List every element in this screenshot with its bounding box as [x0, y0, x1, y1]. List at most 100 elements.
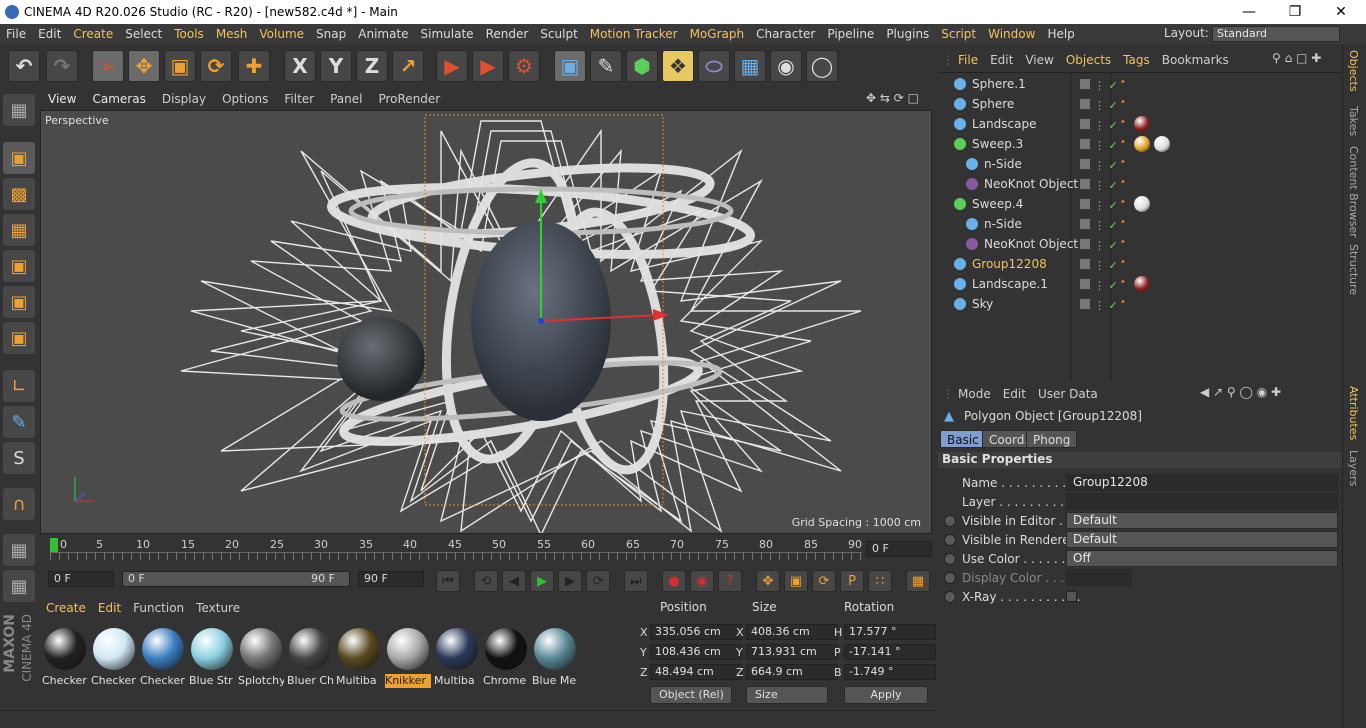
- material-swatch[interactable]: Checker: [140, 624, 186, 702]
- undo-icon[interactable]: ↶: [8, 50, 40, 82]
- side-tab-content-browser[interactable]: Content Browser: [1347, 146, 1360, 238]
- edges-mode-icon[interactable]: ▣: [3, 286, 35, 318]
- object-name[interactable]: n-Side: [984, 217, 1022, 231]
- object-row[interactable]: NeoKnot Object ⋮ ✓ •: [944, 174, 1340, 194]
- menu-character[interactable]: Character: [750, 27, 821, 41]
- workplane-mode-icon[interactable]: ▦: [3, 214, 35, 246]
- viewport-menu-display[interactable]: Display: [154, 92, 214, 106]
- object-name[interactable]: NeoKnot Object: [984, 237, 1078, 251]
- object-name[interactable]: Group12208: [972, 257, 1047, 271]
- menu-pipeline[interactable]: Pipeline: [821, 27, 880, 41]
- side-tab-takes[interactable]: Takes: [1347, 106, 1360, 136]
- menu-mograph[interactable]: MoGraph: [684, 27, 751, 41]
- material-swatch[interactable]: Multiba: [336, 624, 382, 702]
- menu-sculpt[interactable]: Sculpt: [534, 27, 583, 41]
- material-tag-icon[interactable]: [1134, 196, 1150, 212]
- viewport-menu-options[interactable]: Options: [214, 92, 276, 106]
- menu-tools[interactable]: Tools: [168, 27, 210, 41]
- menu-script[interactable]: Script: [935, 27, 982, 41]
- material-swatch[interactable]: Chrome: [483, 624, 529, 702]
- model-mode-icon[interactable]: ▣: [3, 142, 35, 174]
- attribute-menu-user-data[interactable]: User Data: [1032, 387, 1104, 401]
- menu-mesh[interactable]: Mesh: [210, 27, 254, 41]
- record-icon[interactable]: ●: [662, 570, 686, 592]
- menu-create[interactable]: Create: [67, 27, 119, 41]
- animate-radio-icon[interactable]: [944, 534, 956, 546]
- attribute-menu-mode[interactable]: Mode: [952, 387, 997, 401]
- tweak-mode-icon[interactable]: ✎: [3, 406, 35, 438]
- menu-help[interactable]: Help: [1041, 27, 1080, 41]
- menu-snap[interactable]: Snap: [310, 27, 352, 41]
- object-row[interactable]: Sky ⋮ ✓ •: [944, 294, 1340, 314]
- render-view-icon[interactable]: ▶: [436, 50, 468, 82]
- points-mode-icon[interactable]: ▣: [3, 250, 35, 282]
- menu-edit[interactable]: Edit: [32, 27, 67, 41]
- object-name[interactable]: Sphere.1: [972, 77, 1026, 91]
- material-swatch[interactable]: Bluer Ch: [287, 624, 333, 702]
- render-picture-icon[interactable]: ▶: [472, 50, 504, 82]
- attribute-menu-edit[interactable]: Edit: [997, 387, 1032, 401]
- object-row[interactable]: n-Side ⋮ ✓ •: [944, 214, 1340, 234]
- object-name[interactable]: Landscape.1: [972, 277, 1048, 291]
- current-frame-field[interactable]: 0 F: [866, 541, 932, 557]
- key-parameter-icon[interactable]: P: [840, 570, 864, 592]
- attribute-select[interactable]: Default: [1066, 512, 1338, 529]
- material-swatch[interactable]: Splotchy: [238, 624, 284, 702]
- viewport-nav-icons[interactable]: ✥ ⇆ ⟳ □: [866, 91, 919, 105]
- subdivision-icon[interactable]: ⬢: [626, 50, 658, 82]
- material-menu-edit[interactable]: Edit: [92, 601, 127, 615]
- object-menu-view[interactable]: View: [1019, 53, 1059, 67]
- array-icon[interactable]: ❖: [662, 50, 694, 82]
- key-rotation-icon[interactable]: ⟳: [812, 570, 836, 592]
- perspective-viewport[interactable]: Perspective Grid Spacing : 1000 cm: [40, 110, 932, 534]
- object-search-icon[interactable]: ⚲ ⌂ □ ✚: [1272, 51, 1321, 65]
- side-tab-structure[interactable]: Structure: [1347, 244, 1360, 295]
- rot-b-field[interactable]: -1.749 °: [844, 664, 936, 680]
- pos-y-field[interactable]: 108.436 cm: [650, 644, 742, 660]
- menu-simulate[interactable]: Simulate: [415, 27, 480, 41]
- select-icon[interactable]: ➢: [92, 50, 124, 82]
- object-menu-tags[interactable]: Tags: [1117, 53, 1156, 67]
- timeline-playhead[interactable]: [50, 538, 58, 552]
- object-menu-file[interactable]: File: [952, 53, 984, 67]
- start-frame-field[interactable]: 0 F: [48, 571, 114, 587]
- keyframe-selection-icon[interactable]: ?: [718, 570, 742, 592]
- object-row[interactable]: NeoKnot Object ⋮ ✓ •: [944, 234, 1340, 254]
- object-name[interactable]: Sweep.3: [972, 137, 1023, 151]
- planar-workplane-icon[interactable]: ▦: [3, 570, 35, 602]
- visibility-flags-icon[interactable]: ⋮ ✓: [1080, 138, 1120, 152]
- attribute-text-field[interactable]: [1066, 493, 1338, 510]
- minimize-button[interactable]: —: [1226, 0, 1272, 24]
- pos-x-field[interactable]: 335.056 cm: [650, 624, 742, 640]
- add-icon[interactable]: ✚: [238, 50, 270, 82]
- object-name[interactable]: Landscape: [972, 117, 1036, 131]
- animate-radio-icon[interactable]: [944, 572, 956, 584]
- tab-basic[interactable]: Basic: [940, 430, 986, 448]
- key-position-icon[interactable]: ✥: [756, 570, 780, 592]
- object-name[interactable]: NeoKnot Object: [984, 177, 1078, 191]
- animate-radio-icon[interactable]: [944, 515, 956, 527]
- visibility-flags-icon[interactable]: ⋮ ✓: [1080, 178, 1120, 192]
- visibility-flags-icon[interactable]: ⋮ ✓: [1080, 218, 1120, 232]
- coord-system-icon[interactable]: ↗: [392, 50, 424, 82]
- goto-start-icon[interactable]: ⏮: [436, 570, 460, 592]
- pos-z-field[interactable]: 48.494 cm: [650, 664, 742, 680]
- material-swatch[interactable]: Blue Str: [189, 624, 235, 702]
- texture-mode-icon[interactable]: ▩: [3, 178, 35, 210]
- visibility-flags-icon[interactable]: ⋮ ✓: [1080, 198, 1120, 212]
- visibility-flags-icon[interactable]: ⋮ ✓: [1080, 98, 1120, 112]
- attribute-text-field[interactable]: Group12208: [1066, 474, 1338, 491]
- animate-radio-icon[interactable]: [944, 553, 956, 565]
- object-row[interactable]: Group12208 ⋮ ✓ •: [944, 254, 1340, 274]
- material-swatch[interactable]: Knikker: [385, 624, 431, 702]
- attribute-select[interactable]: Off: [1066, 550, 1338, 567]
- next-frame-icon[interactable]: ▶: [558, 570, 582, 592]
- object-menu-edit[interactable]: Edit: [984, 53, 1019, 67]
- visibility-flags-icon[interactable]: ⋮ ✓: [1080, 278, 1120, 292]
- scale-icon[interactable]: ▣: [164, 50, 196, 82]
- attribute-select[interactable]: Default: [1066, 531, 1338, 548]
- attribute-nav-icons[interactable]: ◀ ↗ ⚲ ◯ ◉ ✚: [1200, 385, 1281, 399]
- timeline[interactable]: 0 5 10 15 20 25 30 35 40 45 50 55 60 65 …: [40, 536, 936, 564]
- size-mode-select[interactable]: Size: [746, 686, 828, 704]
- display-color-swatch[interactable]: [1066, 569, 1132, 586]
